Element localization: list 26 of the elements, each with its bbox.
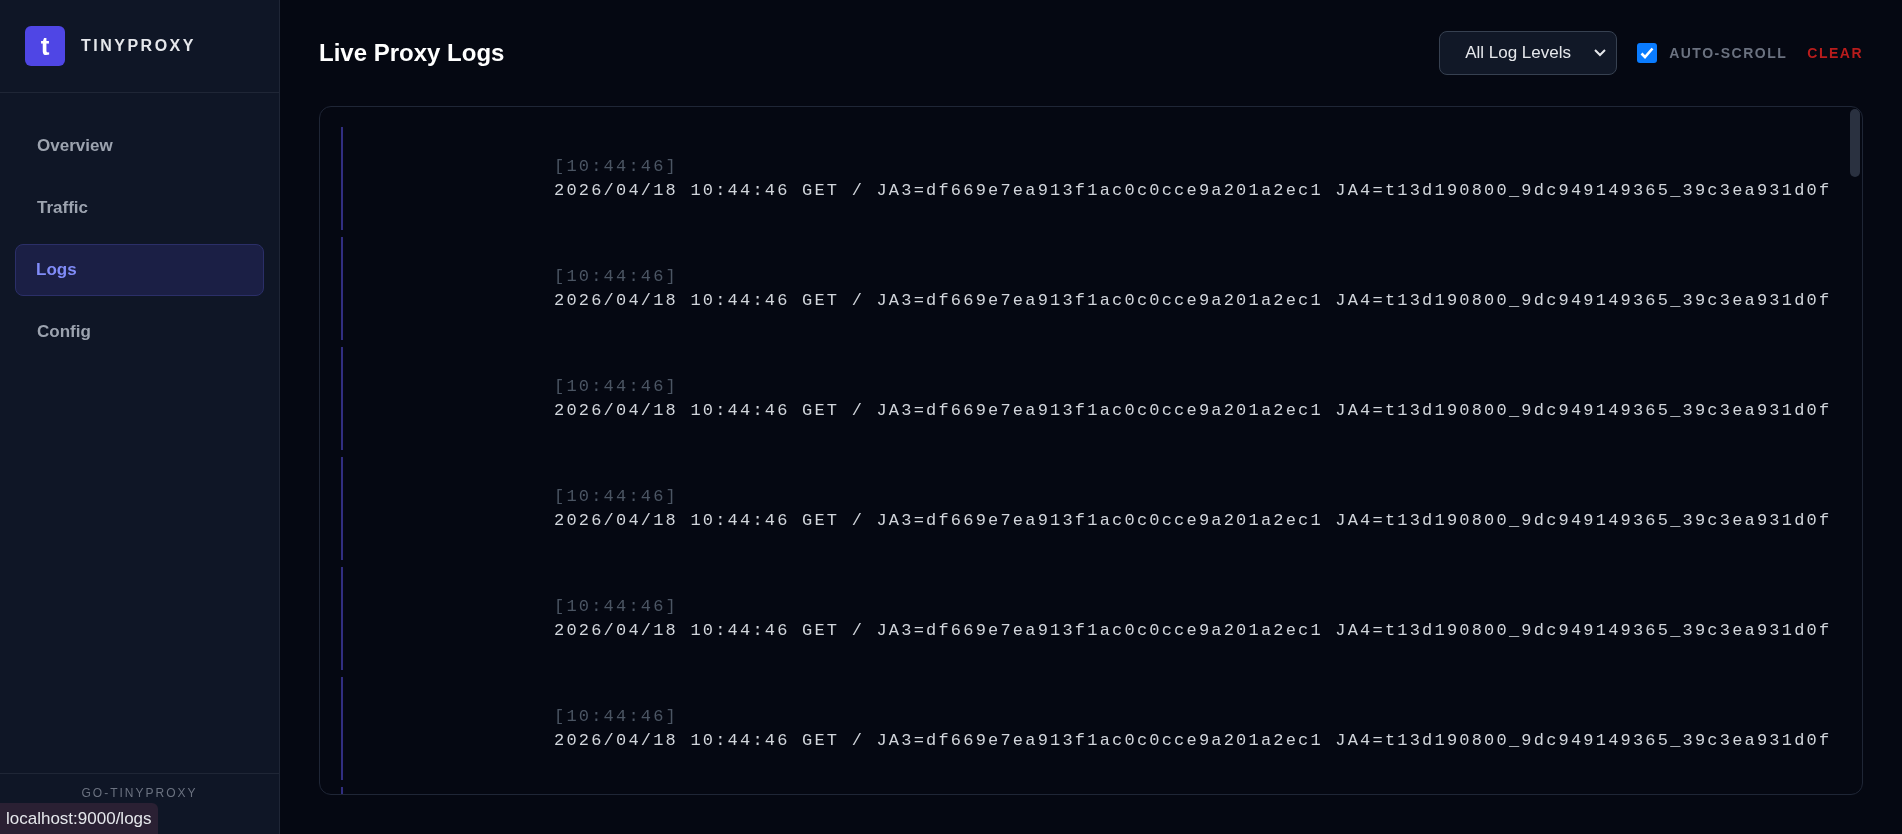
logo-icon: t xyxy=(25,26,65,66)
log-timestamp: [10:44:46] xyxy=(554,265,679,288)
log-message: 2026/04/18 10:44:46 GET / JA3=df669e7ea913f1ac0c0cce9a201a2ec1 JA4=t13d190800_9dc949149365_39c3ea931d0f xyxy=(554,179,1832,202)
footer-label: GO-TINYPROXY xyxy=(81,785,198,800)
log-timestamp: [10:44:46] xyxy=(554,485,679,508)
nav-item[interactable]: Config xyxy=(15,306,264,358)
log-message: 2026/04/18 10:44:46 GET / JA3=df669e7ea913f1ac0c0cce9a201a2ec1 JA4=t13d190800_9dc949149365_39c3ea931d0f xyxy=(554,509,1832,532)
page-title: Live Proxy Logs xyxy=(319,38,505,68)
brand-name: TINYPROXY xyxy=(81,36,196,56)
log-message: 2026/04/18 10:44:46 GET / JA3=df669e7ea913f1ac0c0cce9a201a2ec1 JA4=t13d190800_9dc949149365_39c3ea931d0f xyxy=(554,729,1832,752)
log-timestamp: [10:44:46] xyxy=(554,595,679,618)
scrollbar-thumb[interactable] xyxy=(1850,109,1860,177)
log-level-select[interactable]: All Log Levels xyxy=(1439,31,1618,75)
auto-scroll-label: AUTO-SCROLL xyxy=(1669,43,1788,63)
chevron-down-icon xyxy=(1594,49,1607,57)
nav-item[interactable]: Traffic xyxy=(15,182,264,234)
log-timestamp: [10:44:46] xyxy=(554,155,679,178)
log-timestamp: [10:44:46] xyxy=(554,375,679,398)
log-timestamp: [10:44:46] xyxy=(554,705,679,728)
log-message: 2026/04/18 10:44:46 GET / JA3=df669e7ea913f1ac0c0cce9a201a2ec1 JA4=t13d190800_9dc949149365_39c3ea931d0f xyxy=(554,399,1832,422)
log-message: 2026/04/18 10:44:46 GET / JA3=df669e7ea913f1ac0c0cce9a201a2ec1 JA4=t13d190800_9dc949149365_39c3ea931d0f xyxy=(554,289,1832,312)
log-message: 2026/04/18 10:44:46 GET / JA3=df669e7ea913f1ac0c0cce9a201a2ec1 JA4=t13d190800_9dc949149365_39c3ea931d0f xyxy=(554,619,1832,642)
nav-item[interactable]: Overview xyxy=(15,120,264,172)
nav-item[interactable]: Logs xyxy=(15,244,264,296)
auto-scroll-checkbox[interactable] xyxy=(1637,43,1658,63)
status-tooltip: localhost:9000/logs xyxy=(0,803,158,834)
